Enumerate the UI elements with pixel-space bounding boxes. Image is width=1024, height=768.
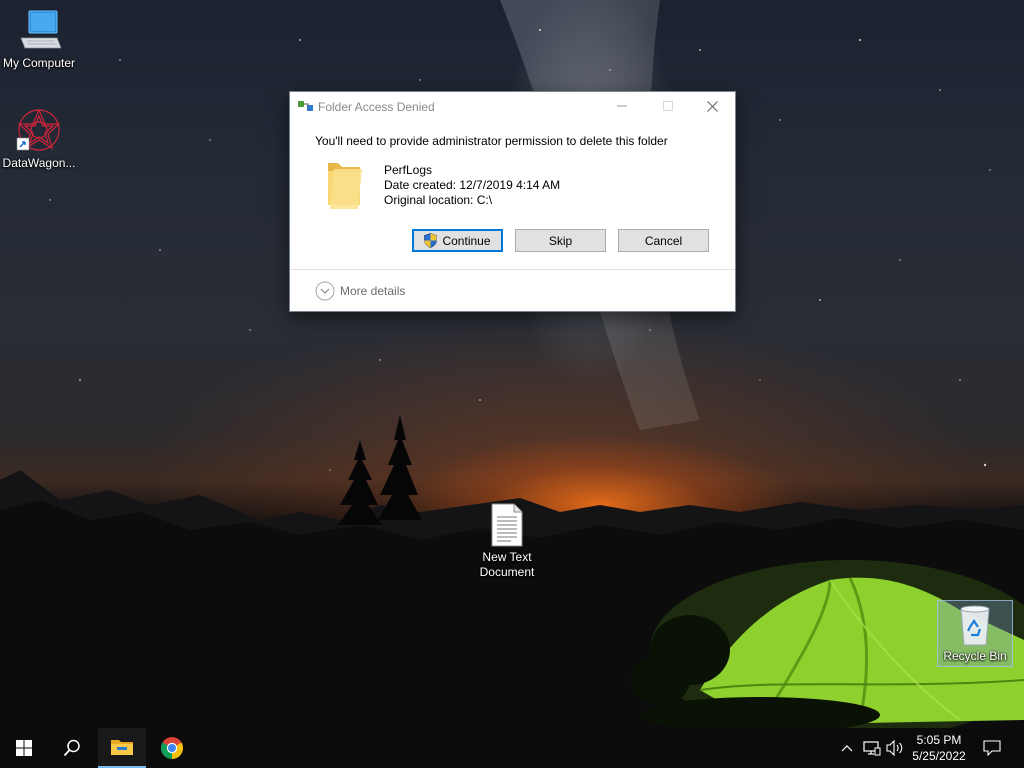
- skip-button[interactable]: Skip: [515, 229, 606, 252]
- dialog-titlebar[interactable]: Folder Access Denied: [290, 92, 735, 120]
- item-details: PerfLogs Date created: 12/7/2019 4:14 AM…: [384, 163, 560, 208]
- search-icon: [63, 739, 80, 757]
- volume-icon: [886, 740, 903, 756]
- start-button[interactable]: [0, 728, 48, 768]
- recycle-bin-icon: [960, 605, 990, 646]
- desktop-icon-datawagon[interactable]: DataWagon...: [0, 106, 78, 171]
- close-icon: [706, 100, 718, 112]
- continue-button[interactable]: Continue: [412, 229, 503, 252]
- network-icon: [863, 741, 881, 756]
- chevron-up-icon: [841, 745, 853, 752]
- permission-message: You'll need to provide administrator per…: [315, 134, 668, 148]
- show-hidden-icons-button[interactable]: [836, 728, 858, 768]
- skip-button-label: Skip: [548, 233, 573, 248]
- uac-shield-icon: [424, 233, 438, 248]
- minimize-icon: [617, 105, 627, 107]
- search-button[interactable]: [48, 728, 96, 768]
- desktop-icon-label: My Computer: [2, 56, 76, 70]
- datawagon-shortcut-icon: [16, 108, 61, 151]
- cancel-button[interactable]: Cancel: [618, 229, 709, 252]
- clock-time: 5:05 PM: [916, 733, 962, 747]
- action-center-button[interactable]: [974, 728, 1010, 768]
- item-name: PerfLogs: [384, 163, 433, 177]
- desktop-icon-label: Recycle Bin: [943, 649, 1007, 663]
- item-original-location: Original location: C:\: [384, 193, 493, 207]
- file-operation-icon: [298, 101, 313, 111]
- windows-start-icon: [16, 740, 32, 756]
- notification-icon: [983, 740, 1001, 756]
- chrome-taskbar-button[interactable]: [148, 728, 196, 768]
- text-document-icon: [491, 503, 523, 547]
- cancel-button-label: Cancel: [644, 233, 683, 248]
- network-tray-button[interactable]: [860, 728, 884, 768]
- folder-access-denied-dialog: Folder Access Denied You'll need to prov…: [289, 91, 736, 312]
- minimize-button[interactable]: [599, 92, 645, 120]
- file-explorer-taskbar-button[interactable]: [98, 728, 146, 768]
- file-explorer-icon: [111, 740, 133, 755]
- desktop-icon-label: DataWagon...: [2, 156, 76, 170]
- desktop-icon-recycle-bin[interactable]: Recycle Bin: [937, 600, 1013, 667]
- more-details-toggle[interactable]: More details: [315, 281, 405, 301]
- dialog-divider: [290, 269, 735, 270]
- desktop-icon-my-computer[interactable]: My Computer: [0, 8, 78, 71]
- continue-button-label: Continue: [442, 233, 491, 248]
- more-details-label: More details: [340, 284, 406, 298]
- desktop-icon-label-line1: New Text: [482, 550, 532, 564]
- clock-date: 5/25/2022: [912, 749, 966, 763]
- taskbar-clock[interactable]: 5:05 PM 5/25/2022: [906, 728, 972, 768]
- desktop-icon-label-line2: Document: [479, 565, 535, 579]
- maximize-icon: [663, 101, 673, 111]
- close-button[interactable]: [689, 92, 735, 120]
- item-date-created: Date created: 12/7/2019 4:14 AM: [384, 178, 561, 192]
- desktop-icon-new-text-document[interactable]: New Text Document: [468, 502, 546, 580]
- computer-icon: [20, 10, 61, 49]
- chrome-icon: [161, 737, 183, 759]
- maximize-button: [645, 92, 691, 120]
- folder-icon: [328, 163, 362, 209]
- dialog-title: Folder Access Denied: [318, 100, 435, 114]
- taskbar: 5:05 PM 5/25/2022: [0, 728, 1024, 768]
- volume-tray-button[interactable]: [884, 728, 906, 768]
- chevron-down-icon: [315, 281, 335, 301]
